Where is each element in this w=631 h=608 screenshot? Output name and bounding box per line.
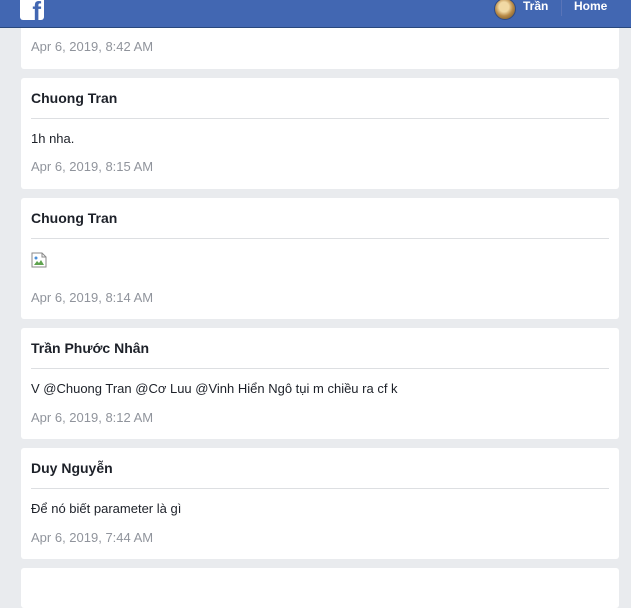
profile-name: Trần bbox=[523, 0, 549, 13]
message-author[interactable]: Trần Phước Nhân bbox=[31, 340, 149, 356]
message-author[interactable]: Duy Nguyễn bbox=[31, 460, 113, 476]
message-text: 1h nha. bbox=[31, 131, 75, 146]
top-navigation-bar: f Trần Home bbox=[0, 0, 631, 28]
message-author[interactable]: Chuong Tran bbox=[31, 90, 117, 106]
message-timestamp: Apr 6, 2019, 7:44 AM bbox=[31, 530, 154, 545]
message-card: Chuong Tran Apr 6, 2019, 8:14 AM bbox=[21, 198, 619, 319]
message-timestamp: Apr 6, 2019, 8:14 AM bbox=[31, 290, 154, 305]
message-author[interactable]: Chuong Tran bbox=[31, 210, 117, 226]
divider bbox=[31, 238, 609, 239]
nav-divider bbox=[561, 0, 562, 16]
message-timestamp: Apr 6, 2019, 8:15 AM bbox=[31, 159, 154, 174]
profile-link[interactable]: Trần bbox=[494, 0, 548, 28]
facebook-logo-icon[interactable]: f bbox=[20, 0, 44, 24]
avatar bbox=[494, 0, 516, 20]
divider bbox=[31, 368, 609, 369]
message-timestamp: Apr 6, 2019, 8:42 AM bbox=[31, 39, 154, 54]
message-card bbox=[21, 568, 619, 608]
message-card: Chuong Tran 1h nha. Apr 6, 2019, 8:15 AM bbox=[21, 78, 619, 189]
broken-image-icon[interactable] bbox=[31, 252, 47, 268]
divider bbox=[31, 488, 609, 489]
message-card: Trần Phước Nhân V @Chuong Tran @Cơ Luu @… bbox=[21, 328, 619, 439]
message-text: V @Chuong Tran @Cơ Luu @Vinh Hiển Ngô tụ… bbox=[31, 381, 398, 396]
divider bbox=[31, 118, 609, 119]
message-card: Duy Nguyễn Để nó biết parameter là gì Ap… bbox=[21, 448, 619, 559]
message-text: Để nó biết parameter là gì bbox=[31, 501, 182, 516]
home-link[interactable]: Home bbox=[574, 0, 607, 13]
message-timestamp: Apr 6, 2019, 8:12 AM bbox=[31, 410, 154, 425]
